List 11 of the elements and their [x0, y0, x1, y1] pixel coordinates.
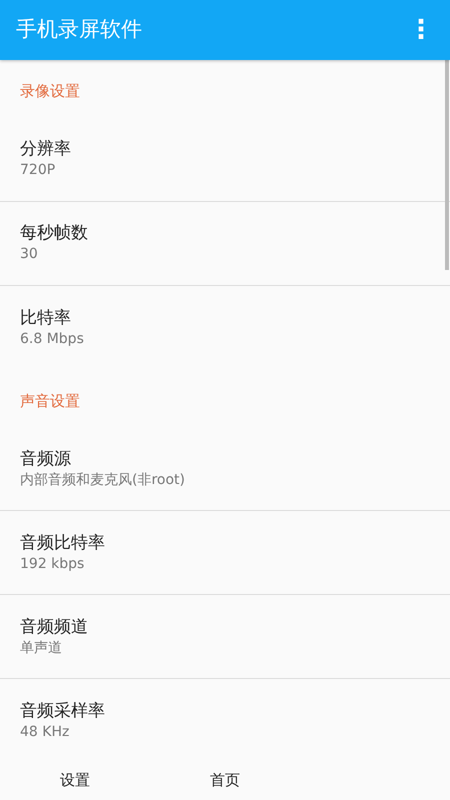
preference-item[interactable]: 音频频道 单声道: [0, 595, 450, 679]
preference-item[interactable]: 每秒帧数 30: [0, 202, 450, 286]
preference-item[interactable]: 音频比特率 192 kbps: [0, 511, 450, 595]
nav-tab[interactable]: 设置: [0, 768, 150, 792]
app-title: 手机录屏软件: [16, 16, 142, 44]
preference-item[interactable]: 分辨率 720P: [0, 118, 450, 202]
section-header: 声音设置: [19, 390, 81, 412]
section-header: 录像设置: [19, 81, 81, 102]
preference-item[interactable]: 比特率 6.8 Mbps: [0, 286, 450, 370]
nav-tab[interactable]: 首页: [150, 768, 300, 792]
preference-item[interactable]: 音频源 内部音频和麦克风(非root): [0, 427, 450, 511]
